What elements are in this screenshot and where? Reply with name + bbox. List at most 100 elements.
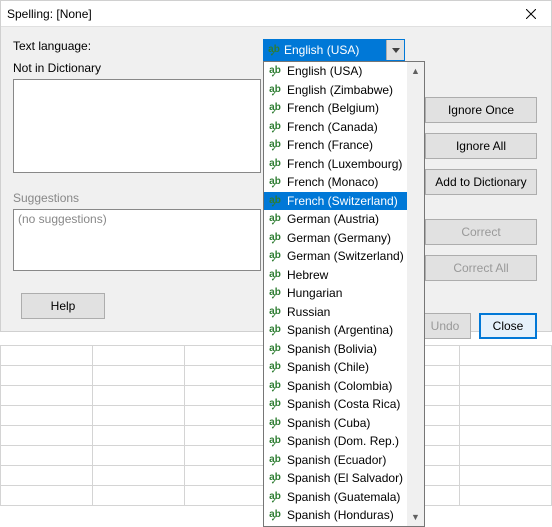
spellcheck-icon: ab — [267, 196, 283, 206]
dialog-title: Spelling: [None] — [1, 7, 92, 21]
spellcheck-icon: ab — [267, 418, 283, 428]
language-option[interactable]: ab Hungarian — [264, 284, 407, 303]
language-option[interactable]: ab French (Luxembourg) — [264, 155, 407, 174]
language-option-label: Spanish (Argentina) — [287, 323, 393, 337]
dialog-close-button[interactable] — [511, 1, 551, 27]
language-option-label: Hebrew — [287, 268, 328, 282]
spellcheck-icon: ab — [267, 103, 283, 113]
spellcheck-icon: ab — [267, 233, 283, 243]
dropdown-scrollbar[interactable]: ▲ ▼ — [407, 62, 424, 526]
language-option[interactable]: ab Spanish (Honduras) — [264, 506, 407, 525]
language-option[interactable]: ab German (Germany) — [264, 229, 407, 248]
language-option[interactable]: ab French (Belgium) — [264, 99, 407, 118]
spellcheck-icon: ab — [267, 455, 283, 465]
language-option[interactable]: ab Spanish (Cuba) — [264, 414, 407, 433]
language-option[interactable]: ab Spanish (Dom. Rep.) — [264, 432, 407, 451]
close-button[interactable]: Close — [479, 313, 537, 339]
language-option-label: German (Switzerland) — [287, 249, 404, 263]
spellcheck-icon: ab — [267, 270, 283, 280]
add-to-dictionary-button[interactable]: Add to Dictionary — [425, 169, 537, 195]
spellcheck-icon: ab — [267, 288, 283, 298]
language-option-label: French (Belgium) — [287, 101, 379, 115]
language-option[interactable]: ab Hebrew — [264, 266, 407, 285]
scroll-track[interactable] — [407, 80, 424, 508]
dropdown-toggle-button[interactable] — [386, 40, 404, 60]
language-option[interactable]: ab French (Switzerland) — [264, 192, 407, 211]
language-option-label: Spanish (Colombia) — [287, 379, 392, 393]
spellcheck-icon: ab — [267, 122, 283, 132]
language-option[interactable]: ab German (Austria) — [264, 210, 407, 229]
language-option-label: Spanish (Costa Rica) — [287, 397, 400, 411]
spellcheck-icon: ab — [267, 473, 283, 483]
spellcheck-icon: ab — [267, 251, 283, 261]
language-option-label: French (Canada) — [287, 120, 378, 134]
language-option-label: French (France) — [287, 138, 373, 152]
language-option-label: Spanish (Honduras) — [287, 508, 394, 522]
language-option[interactable]: ab French (France) — [264, 136, 407, 155]
language-option-label: Hungarian — [287, 286, 342, 300]
spellcheck-icon: ab — [267, 325, 283, 335]
language-option-label: Spanish (Guatemala) — [287, 490, 400, 504]
spellcheck-icon: ab — [267, 510, 283, 520]
language-option-label: English (Zimbabwe) — [287, 83, 393, 97]
language-option-label: Russian — [287, 305, 330, 319]
correct-all-button: Correct All — [425, 255, 537, 281]
spellcheck-icon: ab — [267, 381, 283, 391]
language-option[interactable]: ab English (USA) — [264, 62, 407, 81]
spellcheck-icon: ab — [267, 436, 283, 446]
spellcheck-icon: ab — [267, 159, 283, 169]
spellcheck-icon: ab — [267, 66, 283, 76]
spellcheck-icon: ab — [267, 214, 283, 224]
titlebar: Spelling: [None] — [1, 1, 551, 27]
language-option[interactable]: ab Spanish (Costa Rica) — [264, 395, 407, 414]
language-option-label: German (Germany) — [287, 231, 391, 245]
text-language-label: Text language: — [13, 39, 263, 53]
language-dropdown-list: ab English (USA) ab English (Zimbabwe) ab Fre… — [263, 61, 425, 527]
no-suggestions-text: (no suggestions) — [18, 212, 107, 226]
language-option[interactable]: ab Spanish (Guatemala) — [264, 488, 407, 507]
language-option[interactable]: ab Spanish (El Salvador) — [264, 469, 407, 488]
language-option[interactable]: ab French (Canada) — [264, 118, 407, 137]
language-option-label: Spanish (Cuba) — [287, 416, 370, 430]
language-option-label: Spanish (Bolivia) — [287, 342, 377, 356]
language-option-label: Spanish (Chile) — [287, 360, 369, 374]
language-option[interactable]: ab Spanish (Chile) — [264, 358, 407, 377]
spellcheck-icon: ab — [267, 492, 283, 502]
language-option-label: French (Luxembourg) — [287, 157, 402, 171]
correct-button: Correct — [425, 219, 537, 245]
not-in-dictionary-input[interactable] — [13, 79, 261, 173]
ignore-all-button[interactable]: Ignore All — [425, 133, 537, 159]
ignore-once-button[interactable]: Ignore Once — [425, 97, 537, 123]
language-option-label: Spanish (Ecuador) — [287, 453, 386, 467]
selected-language-text: English (USA) — [284, 43, 359, 57]
spellcheck-icon: ab — [267, 399, 283, 409]
scroll-up-arrow[interactable]: ▲ — [407, 62, 424, 80]
spellcheck-icon: ab — [267, 307, 283, 317]
suggestions-list[interactable]: (no suggestions) — [13, 209, 261, 271]
language-option[interactable]: ab German (Switzerland) — [264, 247, 407, 266]
spellcheck-icon: ab — [267, 344, 283, 354]
language-option[interactable]: ab Spanish (Bolivia) — [264, 340, 407, 359]
undo-button: Undo — [419, 313, 471, 339]
text-language-select[interactable]: ab English (USA) — [263, 39, 405, 61]
spellcheck-icon: ab — [267, 85, 283, 95]
language-option-label: Spanish (El Salvador) — [287, 471, 403, 485]
language-option-label: German (Austria) — [287, 212, 379, 226]
language-option[interactable]: ab English (Zimbabwe) — [264, 81, 407, 100]
spellcheck-icon: ab — [266, 45, 282, 55]
language-option[interactable]: ab Russian — [264, 303, 407, 322]
language-option-label: French (Monaco) — [287, 175, 378, 189]
help-button[interactable]: Help — [21, 293, 105, 319]
language-option[interactable]: ab Spanish (Argentina) — [264, 321, 407, 340]
language-option[interactable]: ab French (Monaco) — [264, 173, 407, 192]
spellcheck-icon: ab — [267, 362, 283, 372]
text-language-selected: ab English (USA) — [264, 40, 386, 60]
language-option-label: English (USA) — [287, 64, 362, 78]
scroll-down-arrow[interactable]: ▼ — [407, 508, 424, 526]
spellcheck-icon: ab — [267, 177, 283, 187]
language-option-label: French (Switzerland) — [287, 194, 398, 208]
spellcheck-icon: ab — [267, 140, 283, 150]
language-option[interactable]: ab Spanish (Colombia) — [264, 377, 407, 396]
language-option-label: Spanish (Dom. Rep.) — [287, 434, 399, 448]
language-option[interactable]: ab Spanish (Ecuador) — [264, 451, 407, 470]
